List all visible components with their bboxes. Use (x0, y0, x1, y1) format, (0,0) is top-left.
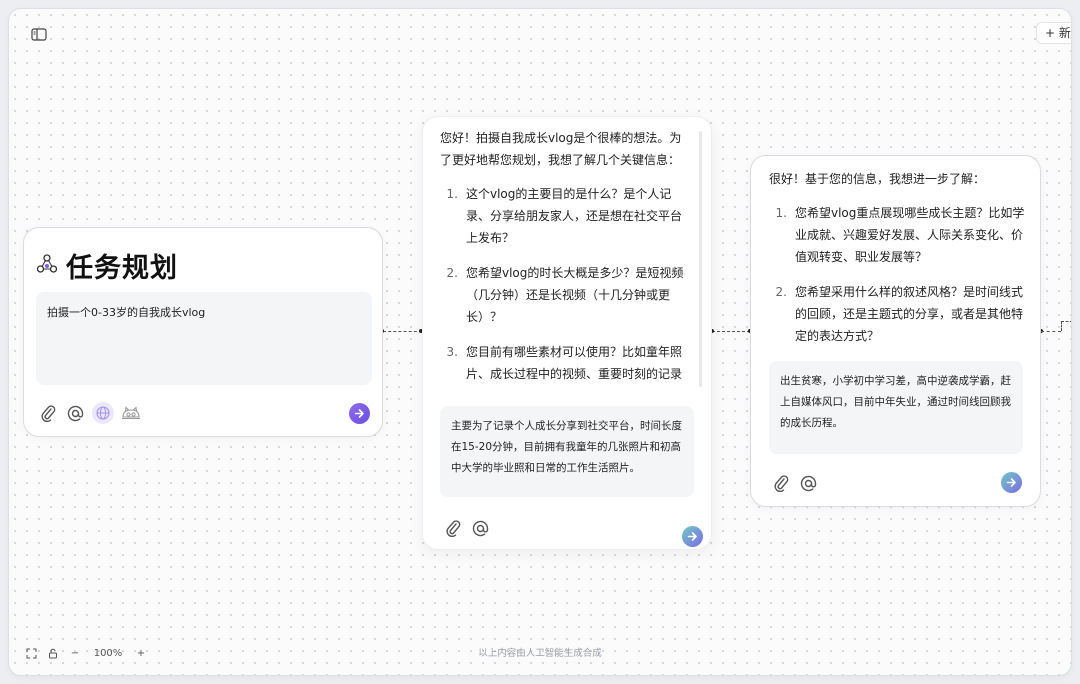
question-list: 1. 这个vlog的主要目的是什么？是个人记录、分享给朋友家人，还是想在社交平台上… (440, 183, 692, 389)
connector-line (712, 331, 750, 332)
task-planning-card: 任务规划 拍摄一个0-33岁的自我成长vlog (23, 227, 383, 437)
send-arrow-icon[interactable] (682, 526, 703, 547)
sidebar-toggle-icon[interactable] (31, 26, 47, 41)
paperclip-icon[interactable] (38, 403, 58, 423)
item-number: 1. (446, 187, 458, 201)
message-intro: 您好！拍摄自我成长vlog是个很棒的想法。为了更好地帮您规划，我想了解几个关键信… (440, 131, 682, 167)
item-number: 2. (446, 266, 458, 280)
card-header: 任务规划 (36, 246, 178, 285)
chat-card-1: 您好！拍摄自我成长vlog是个很棒的想法。为了更好地帮您规划，我想了解几个关键信… (422, 116, 712, 550)
list-item: 1. 这个vlog的主要目的是什么？是个人记录、分享给朋友家人，还是想在社交平台上… (440, 183, 692, 249)
ai-disclaimer: 以上内容由人工智能生成合成 (478, 648, 602, 659)
assistant-message: 您好！拍摄自我成长vlog是个很棒的想法。为了更好地帮您规划，我想了解几个关键信… (440, 127, 692, 389)
card-title: 任务规划 (66, 253, 178, 284)
mascot-icon[interactable] (121, 403, 141, 423)
connector-line (383, 331, 422, 332)
input-toolbar (443, 518, 490, 538)
item-text: 您希望采用什么样的叙述风格？是时间线式的回顾，还是主题式的分享，或者是其他特定的… (795, 285, 1024, 343)
at-icon[interactable] (470, 518, 490, 538)
list-item: 3. 您目前有哪些素材可以使用？比如童年照片、成长过程中的视频、重要时刻的记录等？ (440, 341, 692, 389)
connector-line (1061, 321, 1062, 331)
item-text: 您希望vlog重点展现哪些成长主题？比如学业成就、兴趣爱好发展、人际关系变化、价… (795, 206, 1025, 264)
send-arrow-icon[interactable] (1001, 472, 1022, 493)
connector-line (1041, 331, 1061, 332)
canvas-window: + 新 任务规划 拍摄一个0-33岁的自我成长vlog 您好！拍摄自我成长vlo… (9, 9, 1071, 675)
task-input[interactable]: 拍摄一个0-33岁的自我成长vlog (36, 292, 372, 385)
message-intro: 很好！基于您的信息，我想进一步了解： (769, 172, 986, 186)
scrollbar[interactable] (699, 131, 702, 387)
item-number: 3. (446, 345, 458, 359)
paperclip-icon[interactable] (771, 473, 791, 493)
list-item: 2. 您希望vlog的时长大概是多少？是短视频（几分钟）还是长视频（十几分钟或更长… (440, 262, 692, 328)
assistant-message: 很好！基于您的信息，我想进一步了解： 1. 您希望vlog重点展现哪些成长主题？比… (769, 168, 1027, 360)
globe-icon[interactable] (92, 402, 114, 424)
item-text: 您希望vlog的时长大概是多少？是短视频（几分钟）还是长视频（十几分钟或更长）？ (466, 266, 684, 324)
item-text: 这个vlog的主要目的是什么？是个人记录、分享给朋友家人，还是想在社交平台上发布… (466, 187, 683, 245)
item-number: 2. (775, 285, 787, 299)
paperclip-icon[interactable] (443, 518, 463, 538)
send-arrow-icon[interactable] (349, 403, 370, 424)
at-icon[interactable] (65, 403, 85, 423)
connector-line (1061, 321, 1071, 322)
item-text: 您目前有哪些素材可以使用？比如童年照片、成长过程中的视频、重要时刻的记录等？ (466, 345, 683, 381)
task-planning-icon (36, 253, 58, 279)
input-toolbar (38, 402, 141, 424)
input-toolbar (771, 473, 818, 493)
reply-input[interactable]: 主要为了记录个人成长分享到社交平台，时间长度在15-20分钟，目前拥有我童年的几… (440, 406, 694, 497)
list-item: 1. 您希望vlog重点展现哪些成长主题？比如学业成就、兴趣爱好发展、人际关系变化… (769, 202, 1027, 268)
chat-card-2: 很好！基于您的信息，我想进一步了解： 1. 您希望vlog重点展现哪些成长主题？比… (750, 155, 1041, 507)
at-icon[interactable] (798, 473, 818, 493)
reply-input[interactable]: 出生贫寒，小学初中学习差，高中逆袭成学霸，赶上自媒体风口，目前中年失业，通过时间… (769, 361, 1023, 454)
item-number: 1. (775, 206, 787, 220)
new-button[interactable]: + 新 (1036, 22, 1071, 44)
question-list: 1. 您希望vlog重点展现哪些成长主题？比如学业成就、兴趣爱好发展、人际关系变化… (769, 202, 1027, 347)
list-item: 2. 您希望采用什么样的叙述风格？是时间线式的回顾，还是主题式的分享，或者是其他特… (769, 281, 1027, 347)
